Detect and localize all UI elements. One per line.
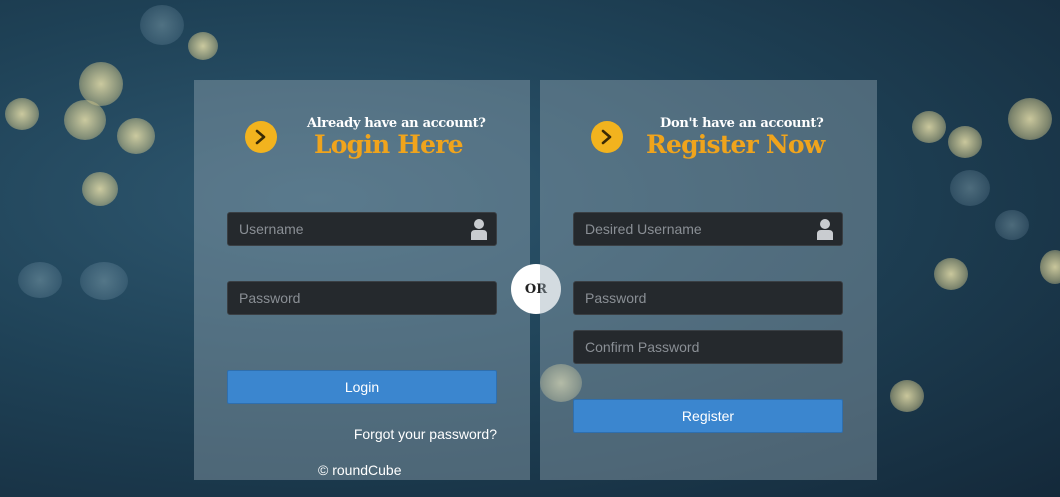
- bokeh-light: [912, 111, 946, 143]
- login-password-input[interactable]: [227, 281, 497, 315]
- bokeh-light: [948, 126, 982, 158]
- bokeh-light: [18, 262, 62, 298]
- user-icon: [470, 218, 488, 240]
- bokeh-light: [5, 98, 39, 130]
- bokeh-light: [950, 170, 990, 206]
- login-username-input[interactable]: [227, 212, 497, 246]
- chevron-right-icon: [591, 121, 623, 153]
- bokeh-light: [1040, 250, 1060, 284]
- bokeh-light: [188, 32, 218, 60]
- bokeh-light: [1008, 98, 1052, 140]
- register-username-input[interactable]: [573, 212, 843, 246]
- register-title: Register Now: [646, 130, 825, 159]
- login-button[interactable]: Login: [227, 370, 497, 404]
- bokeh-light: [80, 262, 128, 300]
- register-panel: Don't have an account? Register Now Regi…: [540, 80, 877, 480]
- copyright-text: © roundCube: [318, 462, 402, 478]
- login-title: Login Here: [314, 130, 464, 159]
- login-panel: Already have an account? Login Here Logi…: [194, 80, 530, 480]
- forgot-password-link[interactable]: Forgot your password?: [354, 426, 497, 442]
- background-bokeh: [0, 0, 1060, 497]
- login-subtitle: Already have an account?: [307, 116, 486, 131]
- bokeh-light: [890, 380, 924, 412]
- register-confirm-password-input[interactable]: [573, 330, 843, 364]
- register-password-input[interactable]: [573, 281, 843, 315]
- bokeh-light: [995, 210, 1029, 240]
- register-button[interactable]: Register: [573, 399, 843, 433]
- login-heading: Already have an account? Login Here: [194, 116, 530, 166]
- chevron-right-icon: [245, 121, 277, 153]
- bokeh-light: [82, 172, 118, 206]
- bokeh-light: [64, 100, 106, 140]
- user-icon: [816, 218, 834, 240]
- bokeh-light: [117, 118, 155, 154]
- bokeh-light: [140, 5, 184, 45]
- register-subtitle: Don't have an account?: [660, 116, 824, 131]
- bokeh-light: [934, 258, 968, 290]
- register-heading: Don't have an account? Register Now: [540, 116, 877, 166]
